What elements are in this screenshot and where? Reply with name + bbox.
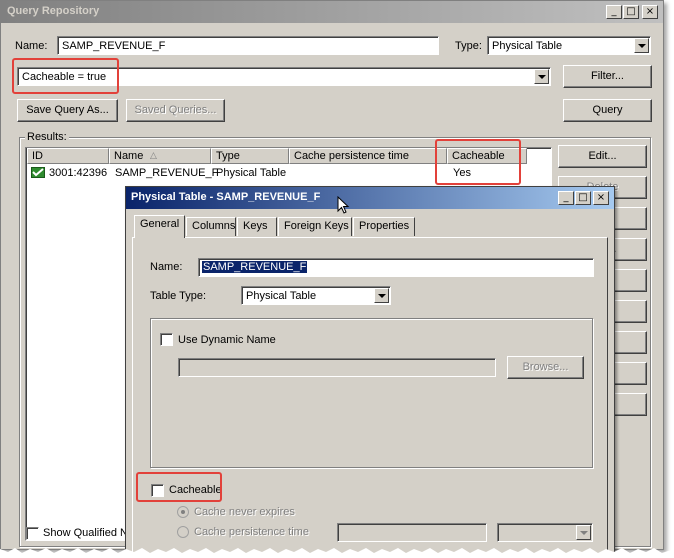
use-dynamic-name-label: Use Dynamic Name	[178, 334, 276, 346]
column-header-id[interactable]: ID	[27, 148, 109, 164]
column-header-name[interactable]: Name △	[109, 148, 211, 164]
cache-never-expires-radio[interactable]	[177, 506, 189, 518]
dialog-maximize-button[interactable]: □	[575, 191, 591, 205]
type-select-value: Physical Table	[492, 40, 563, 52]
cache-time-unit-select[interactable]	[497, 523, 593, 542]
mouse-cursor-icon	[337, 196, 350, 214]
filter-button[interactable]: Filter...	[563, 65, 652, 88]
dialog-title-bar[interactable]: Physical Table - SAMP_REVENUE_F _ □ ×	[126, 187, 614, 209]
use-dynamic-name-checkbox[interactable]	[160, 333, 173, 346]
cell-type: Physical Table	[216, 167, 287, 179]
physical-table-dialog: Physical Table - SAMP_REVENUE_F _ □ × Ge…	[125, 186, 615, 558]
cache-time-input[interactable]	[337, 523, 487, 542]
filter-highlight	[12, 58, 119, 94]
tab-properties[interactable]: Properties	[353, 217, 415, 236]
dialog-name-label: Name:	[150, 261, 183, 273]
sort-ascending-icon: △	[150, 150, 157, 160]
table-type-select[interactable]: Physical Table	[241, 286, 391, 305]
dialog-minimize-button[interactable]: _	[558, 191, 574, 205]
cacheable-column-highlight	[435, 139, 521, 185]
cell-name: SAMP_REVENUE_F	[115, 167, 219, 179]
maximize-button[interactable]: □	[623, 5, 639, 19]
name-input[interactable]: SAMP_REVENUE_F	[57, 36, 439, 55]
browse-button[interactable]: Browse...	[507, 356, 584, 379]
column-header-name-label: Name	[114, 150, 144, 162]
tab-foreign-keys[interactable]: Foreign Keys	[278, 217, 352, 236]
tab-keys[interactable]: Keys	[237, 217, 277, 236]
chevron-down-icon[interactable]	[534, 69, 549, 84]
torn-edge-decoration	[0, 548, 674, 558]
show-qualified-checkbox[interactable]	[26, 527, 39, 540]
dialog-close-button[interactable]: ×	[593, 191, 609, 205]
table-icon	[31, 167, 45, 178]
name-label: Name:	[15, 40, 48, 52]
dialog-title: Physical Table - SAMP_REVENUE_F	[131, 191, 321, 203]
column-header-type[interactable]: Type	[211, 148, 289, 164]
cache-never-expires-label: Cache never expires	[194, 506, 295, 518]
minimize-button[interactable]: _	[606, 5, 622, 19]
table-type-label: Table Type:	[150, 290, 207, 302]
cacheable-checkbox-highlight	[136, 472, 222, 502]
cell-id: 3001:42396	[49, 167, 108, 179]
chevron-down-icon[interactable]	[576, 525, 591, 540]
type-label: Type:	[455, 40, 482, 52]
results-label: Results:	[25, 131, 69, 143]
chevron-down-icon[interactable]	[634, 38, 649, 53]
main-window-title: Query Repository	[7, 5, 100, 17]
tab-general[interactable]: General	[134, 215, 185, 238]
query-button[interactable]: Query	[563, 99, 652, 122]
edit-button[interactable]: Edit...	[558, 145, 647, 168]
cache-persistence-time-label: Cache persistence time	[194, 526, 309, 538]
cache-persistence-time-radio[interactable]	[177, 526, 189, 538]
table-type-value: Physical Table	[246, 290, 317, 302]
main-title-bar[interactable]: Query Repository _ □ ×	[1, 1, 663, 23]
save-query-as-button[interactable]: Save Query As...	[17, 99, 118, 122]
general-tab-panel: Name: SAMP_REVENUE_F Table Type: Physica…	[132, 237, 608, 557]
column-header-cache-time[interactable]: Cache persistence time	[289, 148, 447, 164]
show-qualified-label: Show Qualified Na	[43, 527, 135, 539]
chevron-down-icon[interactable]	[374, 288, 389, 303]
dialog-name-value: SAMP_REVENUE_F	[202, 261, 308, 273]
dialog-name-input[interactable]: SAMP_REVENUE_F	[198, 258, 594, 277]
tab-columns[interactable]: Columns	[186, 217, 236, 236]
dynamic-name-input[interactable]	[178, 358, 496, 377]
close-button[interactable]: ×	[642, 5, 658, 19]
saved-queries-button[interactable]: Saved Queries...	[126, 99, 225, 122]
type-select[interactable]: Physical Table	[487, 36, 651, 55]
